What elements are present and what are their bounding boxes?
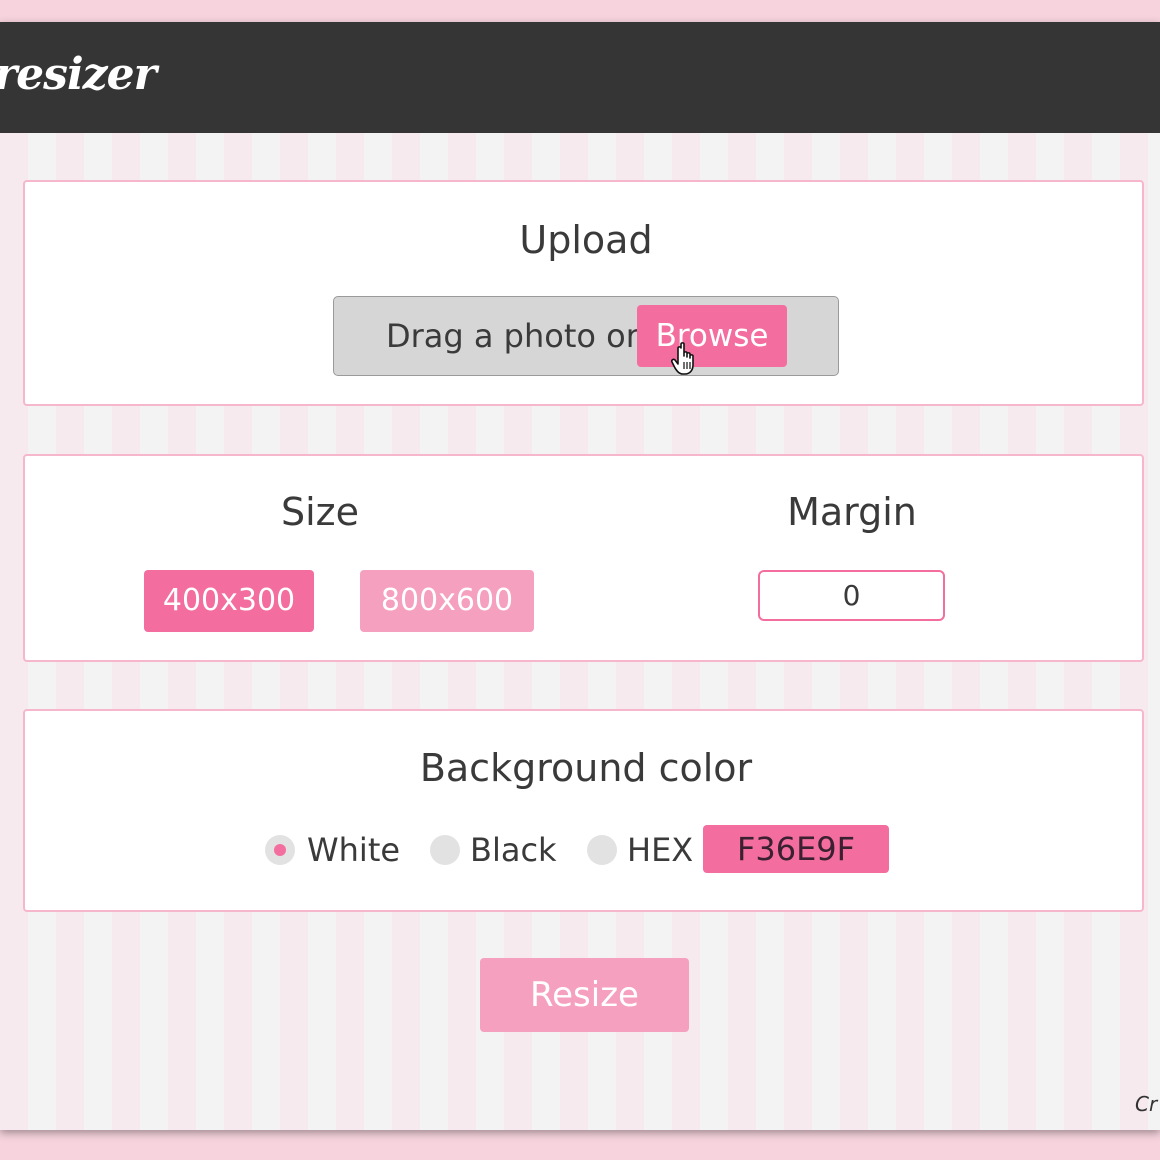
radio-white-indicator[interactable] bbox=[265, 835, 295, 865]
radio-black-indicator[interactable] bbox=[430, 835, 460, 865]
dropzone-text: Drag a photo or bbox=[386, 317, 639, 355]
upload-card: Upload Drag a photo or Browse bbox=[23, 180, 1144, 406]
size-title: Size bbox=[280, 490, 360, 534]
radio-hex-indicator[interactable] bbox=[587, 835, 617, 865]
size-margin-card: Size 400x300 800x600 Margin bbox=[23, 454, 1144, 662]
resize-button[interactable]: Resize bbox=[480, 958, 689, 1032]
brand-logo[interactable]: resizer bbox=[0, 50, 157, 100]
app-window: resizer Upload Drag a photo or Browse Si… bbox=[0, 22, 1160, 1130]
top-bar: resizer bbox=[0, 22, 1160, 133]
radio-white-label: White bbox=[307, 831, 401, 869]
hex-color-input[interactable]: F36E9F bbox=[703, 825, 889, 873]
margin-input[interactable] bbox=[758, 570, 945, 621]
photo-dropzone[interactable]: Drag a photo or Browse bbox=[333, 296, 839, 376]
radio-hex-label: HEX bbox=[627, 831, 694, 869]
size-option-800x600[interactable]: 800x600 bbox=[360, 570, 534, 632]
hand-pointer-icon bbox=[671, 342, 694, 375]
margin-title: Margin bbox=[787, 490, 917, 534]
upload-title: Upload bbox=[519, 218, 653, 262]
footer-credit: Cr bbox=[1135, 1092, 1158, 1116]
background-color-title: Background color bbox=[419, 746, 753, 790]
radio-black-label: Black bbox=[470, 831, 557, 869]
size-option-400x300[interactable]: 400x300 bbox=[144, 570, 314, 632]
browse-button[interactable]: Browse bbox=[637, 305, 787, 375]
background-color-card: Background color White Black HEX F36E9F bbox=[23, 709, 1144, 912]
